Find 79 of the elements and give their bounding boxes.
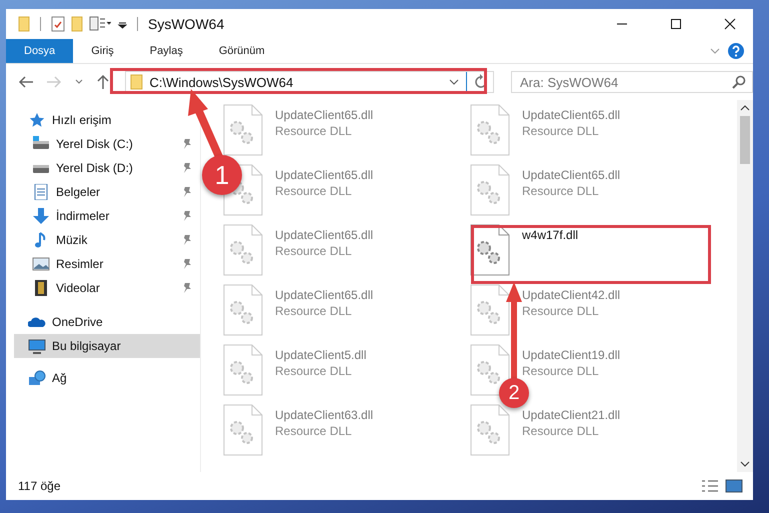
sidebar-item[interactable]: Resimler bbox=[6, 252, 200, 276]
window-title: SysWOW64 bbox=[148, 16, 224, 32]
computer-icon bbox=[28, 338, 46, 354]
sidebar-item[interactable]: İndirmeler bbox=[6, 204, 200, 228]
step-badge: 2 bbox=[499, 378, 529, 408]
folder-icon bbox=[130, 74, 144, 90]
sidebar-item[interactable]: Belgeler bbox=[6, 180, 200, 204]
step-badge: 1 bbox=[202, 155, 242, 195]
scroll-thumb[interactable] bbox=[740, 116, 750, 164]
pin-icon[interactable] bbox=[182, 186, 192, 198]
properties-icon[interactable] bbox=[51, 16, 65, 32]
download-icon bbox=[32, 208, 50, 224]
file-name[interactable]: UpdateClient65.dll bbox=[522, 168, 620, 182]
folder-icon[interactable] bbox=[18, 16, 30, 32]
scroll-up-icon[interactable] bbox=[740, 104, 750, 112]
document-icon bbox=[32, 184, 50, 200]
details-view-icon[interactable] bbox=[701, 479, 719, 493]
maximize-icon bbox=[670, 18, 682, 30]
file-type: Resource DLL bbox=[275, 364, 353, 378]
file-type: Resource DLL bbox=[522, 364, 600, 378]
back-arrow-icon[interactable] bbox=[18, 75, 34, 89]
drive-icon bbox=[32, 136, 50, 152]
sidebar-item[interactable]: Yerel Disk (C:) bbox=[6, 132, 200, 156]
item-count: 117 öğe bbox=[18, 479, 60, 493]
pin-icon[interactable] bbox=[182, 258, 192, 270]
scroll-down-icon[interactable] bbox=[740, 460, 750, 468]
file-name[interactable]: UpdateClient65.dll bbox=[275, 168, 374, 182]
file-gear-icon[interactable] bbox=[470, 344, 510, 396]
file-type: Resource DLL bbox=[275, 124, 353, 138]
search-icon[interactable] bbox=[732, 75, 746, 89]
file-type: Resource DLL bbox=[275, 304, 353, 318]
sidebar-item[interactable]: Müzik bbox=[6, 228, 200, 252]
help-icon[interactable] bbox=[727, 42, 745, 60]
image-icon bbox=[32, 256, 50, 272]
file-name[interactable]: UpdateClient21.dll bbox=[522, 408, 620, 422]
view-icon[interactable] bbox=[89, 16, 111, 32]
file-type: Resource DLL bbox=[275, 244, 353, 258]
star-icon bbox=[28, 112, 46, 128]
sidebar-item[interactable]: Yerel Disk (D:) bbox=[6, 156, 200, 180]
pin-icon[interactable] bbox=[182, 138, 192, 150]
file-name[interactable]: UpdateClient65.dll bbox=[275, 108, 374, 122]
file-name[interactable]: UpdateClient63.dll bbox=[275, 408, 374, 422]
file-type: Resource DLL bbox=[275, 424, 353, 438]
file-name[interactable]: UpdateClient5.dll bbox=[275, 348, 366, 362]
sidebar-item[interactable]: Videolar bbox=[6, 276, 200, 300]
close-icon bbox=[724, 18, 736, 30]
file-name[interactable]: UpdateClient65.dll bbox=[522, 108, 620, 122]
sidebar-item[interactable]: Hızlı erişim bbox=[6, 108, 200, 132]
file-type: Resource DLL bbox=[522, 184, 600, 198]
file-name[interactable]: UpdateClient19.dll bbox=[522, 348, 620, 362]
expand-ribbon-icon[interactable] bbox=[709, 46, 721, 56]
file-type: Resource DLL bbox=[275, 184, 353, 198]
pin-icon[interactable] bbox=[182, 234, 192, 246]
file-name[interactable]: w4w17f.dll bbox=[522, 228, 578, 242]
ribbon-tab[interactable]: Dosya bbox=[6, 39, 74, 63]
sidebar-item[interactable]: Bu bilgisayar bbox=[14, 334, 200, 358]
up-arrow-icon[interactable] bbox=[96, 74, 110, 90]
dropdown-icon[interactable] bbox=[448, 77, 460, 87]
pin-icon[interactable] bbox=[182, 210, 192, 222]
file-type: Resource DLL bbox=[522, 124, 600, 138]
sidebar-item[interactable]: Ağ bbox=[6, 366, 200, 390]
network-icon bbox=[28, 370, 46, 386]
film-icon bbox=[32, 280, 50, 296]
pin-icon[interactable] bbox=[182, 162, 192, 174]
file-type: Resource DLL bbox=[522, 424, 600, 438]
ribbon-tab[interactable]: Paylaş bbox=[132, 39, 201, 63]
large-icons-view-icon[interactable] bbox=[725, 479, 743, 493]
search-field[interactable]: Ara: SysWOW64 bbox=[510, 71, 753, 93]
ribbon-tab[interactable]: Giriş bbox=[73, 39, 132, 63]
file-type: Resource DLL bbox=[522, 304, 600, 318]
ribbon-tab[interactable]: Görünüm bbox=[200, 39, 283, 63]
new-folder-icon[interactable] bbox=[71, 16, 83, 32]
pin-icon[interactable] bbox=[182, 282, 192, 294]
file-name[interactable]: UpdateClient65.dll bbox=[275, 228, 374, 242]
scrollbar[interactable] bbox=[737, 100, 753, 472]
sidebar-item[interactable]: OneDrive bbox=[6, 310, 200, 334]
file-name[interactable]: UpdateClient65.dll bbox=[275, 288, 374, 302]
address-path: C:\Windows\SysWOW64 bbox=[149, 74, 294, 90]
file-name[interactable]: UpdateClient42.dll bbox=[522, 288, 620, 302]
